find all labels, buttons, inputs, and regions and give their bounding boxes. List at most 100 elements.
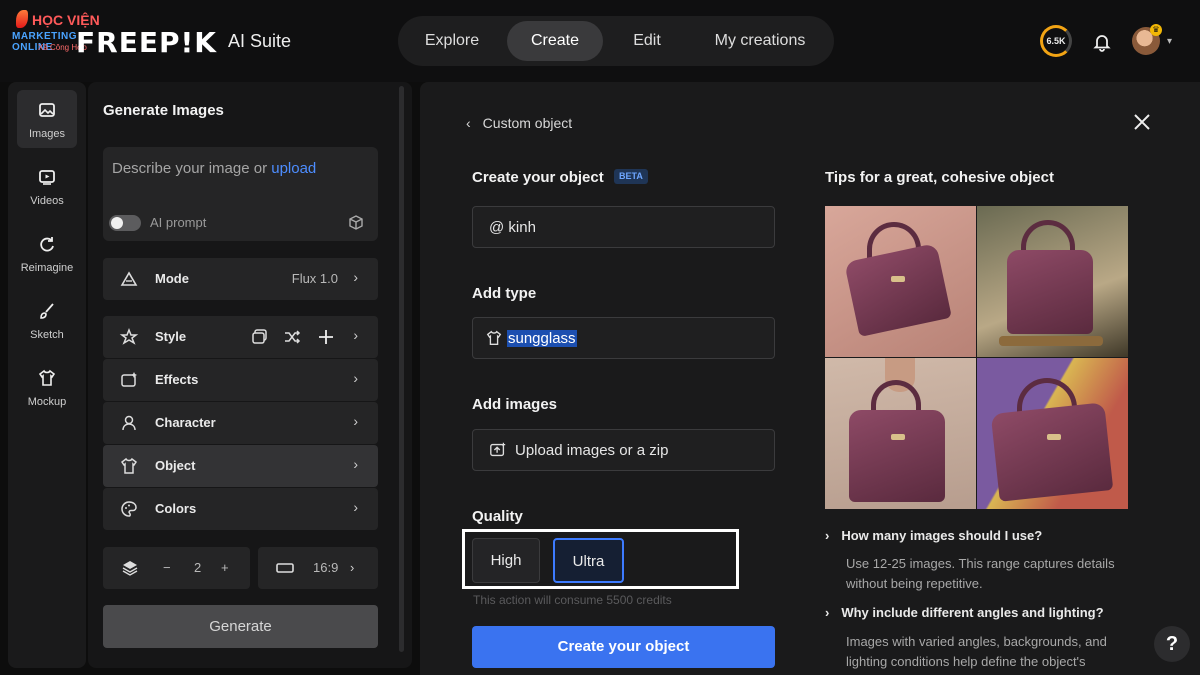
tips-title: Tips for a great, cohesive object: [825, 169, 1054, 186]
faq-answer: Use 12-25 images. This range captures de…: [846, 556, 1115, 591]
prompt-input[interactable]: Describe your image or upload AI prompt: [103, 147, 378, 241]
faq-question[interactable]: › Why include different angles and lighti…: [825, 605, 1104, 620]
aspect-ratio-icon: [276, 563, 294, 573]
example-image: [825, 206, 976, 357]
beta-badge: BETA: [614, 169, 648, 184]
panel-scrollbar[interactable]: [399, 86, 404, 652]
back-button[interactable]: ‹ Custom object: [466, 115, 572, 131]
chevron-right-icon: ›: [825, 605, 830, 620]
example-image: [977, 358, 1128, 509]
row-label: Style: [155, 329, 187, 344]
tab-my-creations[interactable]: My creations: [698, 21, 822, 61]
rail-item-images[interactable]: Images: [17, 90, 77, 148]
rail-item-reimagine[interactable]: Reimagine: [17, 224, 77, 282]
row-label: Character: [155, 415, 216, 430]
quality-high-button[interactable]: High: [472, 538, 540, 583]
example-image: [977, 206, 1128, 357]
style-row[interactable]: Style ›: [103, 316, 378, 358]
upload-images-button[interactable]: Upload images or a zip: [472, 429, 775, 471]
rail-item-label: Sketch: [30, 329, 64, 341]
object-type-value: sungglass: [507, 330, 577, 347]
rail-item-label: Images: [28, 128, 66, 140]
close-icon[interactable]: [1132, 112, 1152, 132]
example-images-grid: [825, 206, 1128, 509]
tool-rail: Images Videos Reimagine Sketch Mockup: [8, 82, 86, 668]
example-image: [825, 358, 976, 509]
object-name-field[interactable]: @ kinh: [472, 206, 775, 248]
chevron-right-icon: ›: [350, 560, 355, 575]
chevron-right-icon: ›: [353, 269, 358, 285]
add-images-title: Add images: [472, 396, 558, 413]
credits-consume-note: This action will consume 5500 credits: [473, 593, 672, 607]
image-count-stepper: − 2 +: [103, 547, 250, 589]
ai-prompt-label: AI prompt: [150, 215, 207, 230]
top-bar: HỌC VIỆN MARKETING ONLINE Xã Công Hợp FR…: [0, 0, 1200, 82]
tab-create[interactable]: Create: [507, 21, 603, 61]
crown-icon: ♛: [1150, 24, 1162, 36]
effects-row[interactable]: Effects ›: [103, 359, 378, 401]
row-label: Object: [155, 458, 196, 473]
chevron-right-icon: ›: [353, 413, 358, 429]
chevron-right-icon: ›: [825, 528, 830, 543]
add-type-title: Add type: [472, 285, 537, 302]
chevron-right-icon: ›: [353, 370, 358, 386]
palette-icon: [121, 501, 137, 517]
ai-prompt-toggle[interactable]: [109, 215, 141, 231]
mode-value: Flux 1.0: [291, 271, 338, 286]
style-icon: [119, 327, 139, 345]
object-icon: [120, 457, 138, 474]
chevron-right-icon: ›: [353, 327, 358, 343]
object-name-value: @ kinh: [489, 219, 536, 236]
bell-icon[interactable]: [1092, 32, 1112, 52]
help-button[interactable]: ?: [1154, 626, 1190, 662]
main-nav: Explore Create Edit My creations: [398, 16, 834, 66]
faq-question[interactable]: › How many images should I use?: [825, 528, 1042, 543]
decrease-button[interactable]: −: [163, 560, 171, 575]
shirt-icon: [38, 369, 56, 386]
tab-explore[interactable]: Explore: [410, 21, 494, 61]
quality-title: Quality: [472, 508, 523, 525]
refresh-icon: [40, 237, 54, 252]
colors-row[interactable]: Colors ›: [103, 488, 378, 530]
character-row[interactable]: Character ›: [103, 402, 378, 444]
effects-icon: [121, 372, 137, 387]
aspect-ratio-select[interactable]: 16:9 ›: [258, 547, 378, 589]
row-label: Mode: [155, 271, 189, 286]
rail-item-label: Reimagine: [20, 262, 74, 274]
suite-label: AI Suite: [228, 31, 292, 51]
image-count-value: 2: [194, 560, 202, 575]
layers-icon: [122, 561, 138, 576]
freepik-logo[interactable]: FREEP!K: [76, 26, 217, 59]
character-icon: [122, 415, 136, 431]
prompt-placeholder[interactable]: Describe your image or upload: [112, 160, 316, 177]
faq-answer: Images with varied angles, backgrounds, …: [846, 634, 1107, 669]
object-row[interactable]: Object ›: [103, 445, 378, 487]
chevron-right-icon: ›: [353, 499, 358, 515]
rail-item-videos[interactable]: Videos: [17, 157, 77, 215]
cube-icon[interactable]: [347, 214, 365, 232]
object-type-field[interactable]: sungglass: [472, 317, 775, 359]
upload-icon: [490, 442, 506, 457]
credits-badge[interactable]: 6.5K: [1040, 25, 1072, 57]
increase-button[interactable]: +: [221, 560, 229, 575]
plus-icon[interactable]: [317, 328, 335, 346]
mode-row[interactable]: Mode Flux 1.0 ›: [103, 258, 378, 300]
video-icon: [39, 170, 55, 185]
generate-button[interactable]: Generate: [103, 605, 378, 648]
aspect-ratio-value: 16:9: [313, 560, 339, 575]
custom-object-modal: ‹ Custom object Create your object BETA @…: [420, 82, 1200, 675]
rail-item-mockup[interactable]: Mockup: [17, 358, 77, 416]
create-object-button[interactable]: Create your object: [472, 626, 775, 668]
quality-ultra-button[interactable]: Ultra: [553, 538, 624, 583]
upload-label: Upload images or a zip: [515, 442, 669, 459]
row-label: Effects: [155, 372, 199, 387]
chevron-down-icon[interactable]: ▾: [1167, 36, 1172, 47]
chevron-left-icon: ‹: [466, 115, 471, 131]
create-object-title: Create your object: [472, 169, 604, 186]
upload-link[interactable]: upload: [271, 160, 316, 177]
tab-edit[interactable]: Edit: [616, 21, 678, 61]
shuffle-icon[interactable]: [283, 328, 301, 346]
gallery-icon[interactable]: [251, 328, 269, 346]
generate-panel: Generate Images Describe your image or u…: [88, 82, 412, 668]
rail-item-sketch[interactable]: Sketch: [17, 291, 77, 349]
